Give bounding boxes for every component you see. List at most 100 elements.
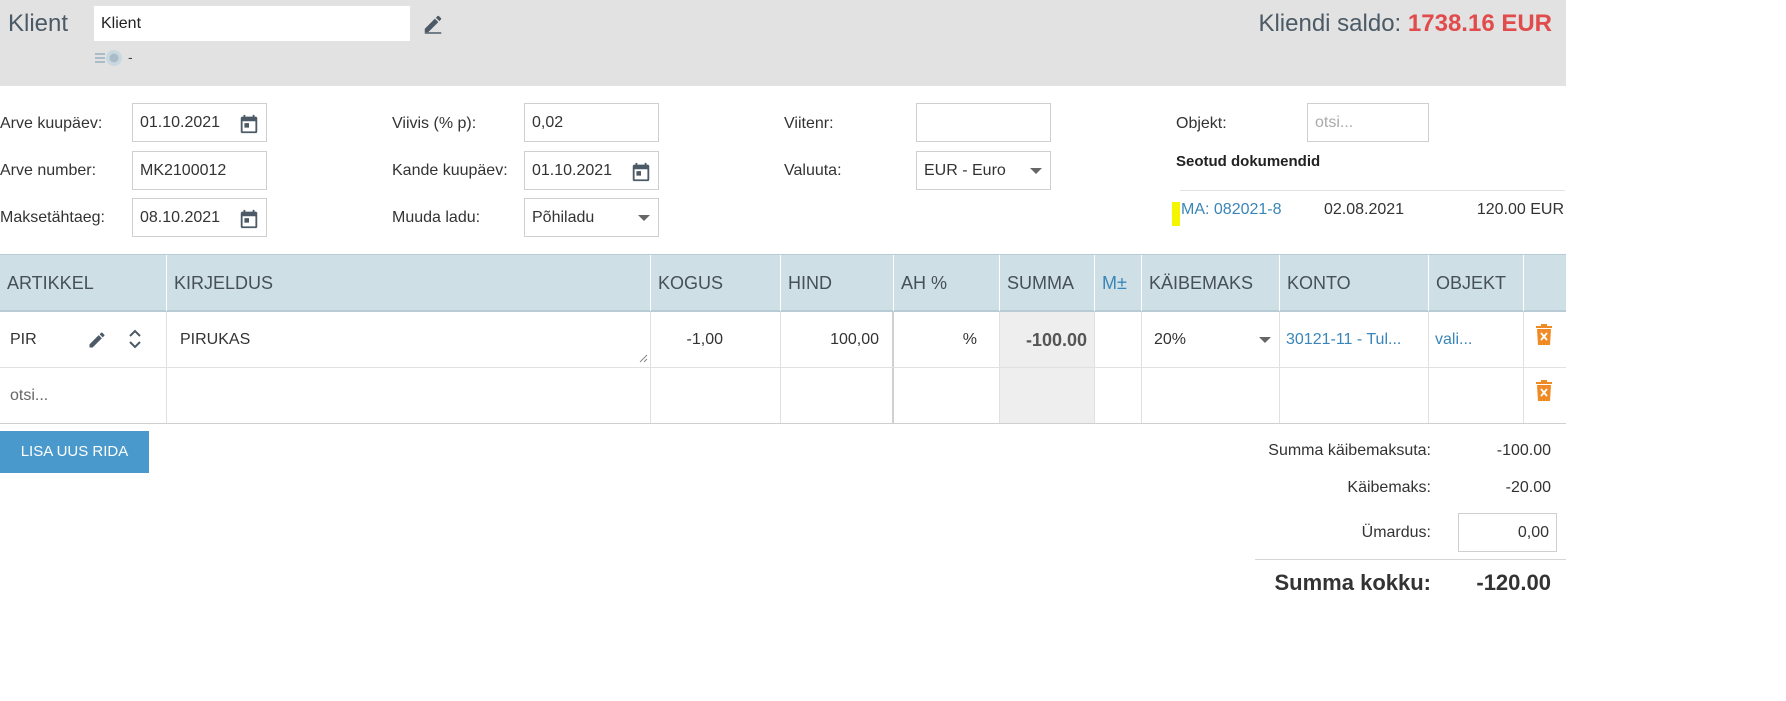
due-date-value: 08.10.2021 [140,209,221,226]
invoice-date-label: Arve kuupäev: [0,115,103,132]
description-value: PIRUKAS [180,331,251,348]
warehouse-value: Põhiladu [532,209,595,226]
object-placeholder: otsi... [1315,114,1354,131]
vat-value: 20% [1154,331,1187,348]
invoice-date-value: 01.10.2021 [140,114,221,131]
entry-date-label: Kande kuupäev: [392,162,508,179]
calendar-icon[interactable] [238,113,260,135]
plusminus-cell[interactable] [1095,368,1142,423]
client-header: Klient - Kliendi saldo: 1738.16 EUR [0,0,1566,86]
add-row-button[interactable]: LISA UUS RIDA [0,431,149,473]
status-icon [95,50,122,66]
table-row: PIR PIRUKAS -1,00 100,00 % -100.00 20% 3… [0,312,1566,368]
linked-doc-link[interactable]: MA: 082021-8 [1181,201,1282,219]
net-total-label: Summa käibemaksuta: [1268,442,1431,459]
price-cell[interactable]: 100,00 [781,312,894,367]
linked-doc-date: 02.08.2021 [1324,201,1405,218]
penalty-label: Viivis (% p): [392,115,477,132]
col-header-sum: SUMMA [1000,255,1095,311]
warehouse-label: Muuda ladu: [392,209,481,226]
reference-label: Viitenr: [784,115,834,132]
quantity-cell[interactable] [651,368,781,423]
sort-arrows-icon[interactable] [127,328,143,350]
grand-total-value: -120.00 [1476,570,1551,595]
account-link[interactable]: 30121-11 - Tul... [1286,312,1401,368]
price-cell[interactable] [781,368,894,423]
currency-label: Valuuta: [784,162,842,179]
plusminus-cell[interactable] [1095,312,1142,367]
description-cell[interactable] [167,368,651,423]
object-search-field[interactable]: otsi... [1307,103,1429,142]
discount-cell[interactable] [894,368,1000,423]
totals-divider [1255,559,1566,560]
rounding-label: Ümardus: [1361,524,1431,541]
quantity-value: -1,00 [686,331,723,348]
vat-select[interactable]: 20% [1142,312,1280,367]
table-row: otsi... [0,368,1566,424]
entry-date-value: 01.10.2021 [532,162,613,179]
col-header-quantity: KOGUS [651,255,781,311]
article-search-placeholder: otsi... [10,387,49,404]
account-cell[interactable] [1280,368,1429,423]
article-value: PIR [10,331,37,348]
description-cell[interactable]: PIRUKAS [167,312,651,367]
discount-cell[interactable]: % [894,312,1000,367]
table-header: ARTIKKEL KIRJELDUS KOGUS HIND AH % SUMMA… [0,254,1566,312]
client-title: Klient [8,10,69,37]
due-date-label: Maksetähtaeg: [0,209,105,226]
invoice-date-field[interactable]: 01.10.2021 [132,103,267,142]
col-header-plusminus[interactable]: M± [1095,255,1142,311]
pencil-icon[interactable] [87,330,107,350]
quantity-cell[interactable]: -1,00 [651,312,781,367]
account-cell[interactable]: 30121-11 - Tul... [1280,312,1429,367]
linked-docs-divider [1180,190,1565,191]
dropdown-caret-icon [638,215,650,221]
sum-value: -100.00 [1025,330,1087,350]
rounding-field[interactable]: 0,00 [1458,513,1557,552]
linked-doc-highlight [1172,202,1180,226]
grand-total-label: Summa kokku: [1274,570,1432,595]
linked-docs-title: Seotud dokumendid [1176,153,1321,170]
col-header-description: KIRJELDUS [167,255,651,311]
dropdown-caret-icon [1030,168,1042,174]
invoice-number-value: MK2100012 [140,162,227,179]
saldo-label: Kliendi saldo: [1258,10,1402,37]
penalty-value: 0,02 [532,114,564,131]
sum-cell [1000,368,1095,423]
currency-value: EUR - Euro [924,162,1006,179]
col-header-vat: KÄIBEMAKS [1142,255,1280,311]
rounding-value: 0,00 [1517,524,1549,541]
article-search-cell[interactable]: otsi... [0,368,167,423]
currency-select[interactable]: EUR - Euro [916,151,1051,190]
entry-date-field[interactable]: 01.10.2021 [524,151,659,190]
discount-value: % [962,331,977,348]
penalty-field[interactable]: 0,02 [524,103,659,142]
reference-field[interactable] [916,103,1051,142]
client-saldo: Kliendi saldo: 1738.16 EUR [1258,10,1552,38]
client-input[interactable] [94,6,410,41]
price-value: 100,00 [830,331,879,348]
due-date-field[interactable]: 08.10.2021 [132,198,267,237]
warehouse-select[interactable]: Põhiladu [524,198,659,237]
col-header-object: OBJEKT [1429,255,1524,311]
calendar-icon[interactable] [630,161,652,183]
object-cell[interactable]: vali... [1429,312,1524,367]
dropdown-caret-icon [1259,337,1271,343]
article-cell[interactable]: PIR [0,312,167,367]
client-subtext: - [128,49,133,65]
vat-cell[interactable] [1142,368,1280,423]
trash-icon[interactable] [1535,324,1553,346]
linked-doc-sum: 120.00 EUR [1476,201,1564,218]
object-cell[interactable] [1429,368,1524,423]
col-header-account: KONTO [1280,255,1429,311]
calendar-icon[interactable] [238,208,260,230]
saldo-amount: 1738.16 EUR [1407,10,1552,37]
pencil-icon[interactable] [421,13,445,35]
invoice-number-field[interactable]: MK2100012 [132,151,267,190]
resize-handle-icon[interactable] [638,353,648,363]
vat-total-label: Käibemaks: [1347,479,1431,496]
net-total-value: -100.00 [1496,442,1551,459]
trash-icon[interactable] [1535,380,1553,402]
invoice-number-label: Arve number: [0,162,97,179]
object-link[interactable]: vali... [1435,312,1472,368]
